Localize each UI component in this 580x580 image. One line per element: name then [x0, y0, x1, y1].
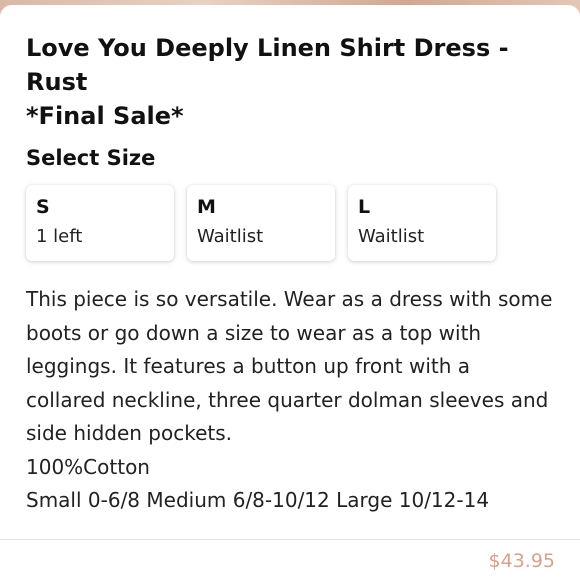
size-option-m[interactable]: M Waitlist	[187, 185, 335, 261]
product-title: Love You Deeply Linen Shirt Dress - Rust…	[26, 31, 554, 133]
description-paragraph: This piece is so versatile. Wear as a dr…	[26, 287, 553, 445]
sizing-guide: Small 0-6/8 Medium 6/8-10/12 Large 10/12…	[26, 488, 490, 512]
product-title-line-2: *Final Sale*	[26, 102, 184, 130]
product-sheet: Love You Deeply Linen Shirt Dress - Rust…	[0, 5, 580, 539]
size-label: S	[36, 196, 50, 218]
size-availability: 1 left	[36, 226, 83, 247]
size-option-s[interactable]: S 1 left	[26, 185, 174, 261]
product-description: This piece is so versatile. Wear as a dr…	[26, 283, 554, 518]
product-title-line-1: Love You Deeply Linen Shirt Dress - Rust	[26, 34, 509, 96]
material-info: 100%Cotton	[26, 454, 150, 479]
size-label: L	[358, 196, 371, 218]
size-availability: Waitlist	[197, 226, 264, 247]
size-option-l[interactable]: L Waitlist	[348, 185, 496, 261]
size-label: M	[197, 196, 216, 218]
size-options: S 1 left M Waitlist L Waitlist	[26, 185, 554, 261]
select-size-heading: Select Size	[26, 146, 156, 170]
product-price: $43.95	[488, 550, 555, 572]
price-bar: $43.95	[0, 539, 580, 580]
size-availability: Waitlist	[358, 226, 425, 247]
